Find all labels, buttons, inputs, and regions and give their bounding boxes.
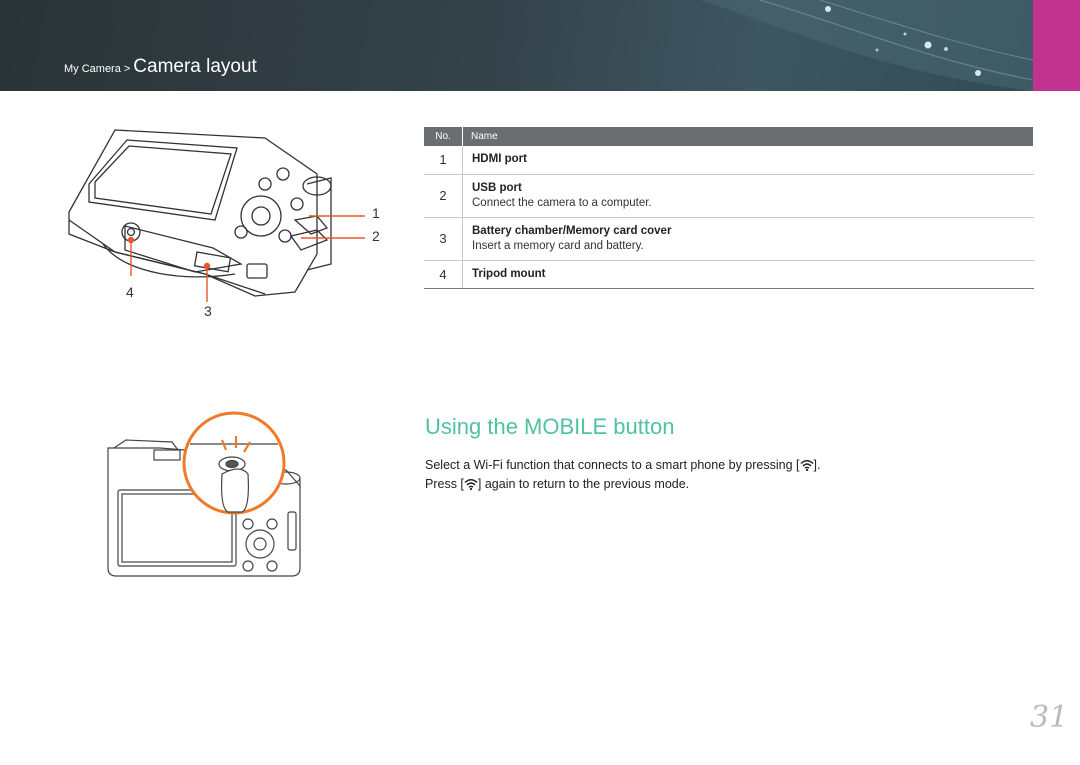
row-number: 3 [424, 217, 463, 261]
instruction-text: Press [ [425, 477, 464, 491]
row-cell: Tripod mount [462, 260, 1034, 289]
column-header-name: Name [462, 127, 1034, 146]
table-row: 2 USB port Connect the camera to a compu… [424, 174, 1034, 218]
page-number: 31 [1030, 700, 1069, 735]
instruction-text: ] again to return to the previous mode. [477, 477, 690, 491]
camera-layout-table: No. Name 1 HDMI port 2 USB port Connect … [424, 127, 1034, 289]
instruction-text: Select a Wi-Fi function that connects to… [425, 458, 800, 472]
breadcrumb-parent[interactable]: My Camera [64, 63, 121, 75]
row-description: Insert a memory card and battery. [472, 239, 644, 252]
callout-4: 4 [126, 284, 134, 300]
row-name: Tripod mount [472, 267, 546, 280]
column-header-no: No. [424, 127, 463, 146]
section-body: Select a Wi-Fi function that connects to… [425, 456, 820, 494]
row-name: USB port [472, 181, 522, 194]
chapter-tab [1033, 0, 1080, 91]
camera-back-illustration [107, 411, 301, 577]
row-number: 2 [424, 174, 463, 218]
instruction-text: ]. [813, 458, 821, 472]
row-name: Battery chamber/Memory card cover [472, 224, 672, 237]
page-title: Camera layout [133, 56, 257, 77]
instruction-line-1: Select a Wi-Fi function that connects to… [425, 456, 820, 475]
table-row: 4 Tripod mount [424, 260, 1034, 289]
row-number: 4 [424, 260, 463, 289]
page-header: My Camera > Camera layout [0, 0, 1080, 91]
row-number: 1 [424, 146, 463, 175]
row-cell: HDMI port [462, 146, 1034, 175]
callout-3: 3 [204, 303, 212, 319]
callout-2: 2 [372, 228, 380, 244]
row-description: Connect the camera to a computer. [472, 196, 652, 209]
instruction-line-2: Press [ ] again to return to the previous… [425, 475, 820, 494]
camera-bottom-illustration [68, 129, 365, 302]
row-cell: USB port Connect the camera to a compute… [462, 174, 1034, 218]
row-name: HDMI port [472, 153, 527, 166]
breadcrumb-separator: > [123, 63, 131, 75]
table-row: 1 HDMI port [424, 146, 1034, 175]
row-cell: Battery chamber/Memory card cover Insert… [462, 217, 1034, 261]
section-title: Using the MOBILE button [425, 414, 675, 439]
wifi-icon [799, 460, 814, 471]
table-row: 3 Battery chamber/Memory card cover Inse… [424, 217, 1034, 261]
table-header-row: No. Name [424, 127, 1034, 146]
wifi-icon [464, 479, 478, 490]
callout-1: 1 [372, 205, 380, 221]
breadcrumb: My Camera > Camera layout [64, 56, 257, 78]
